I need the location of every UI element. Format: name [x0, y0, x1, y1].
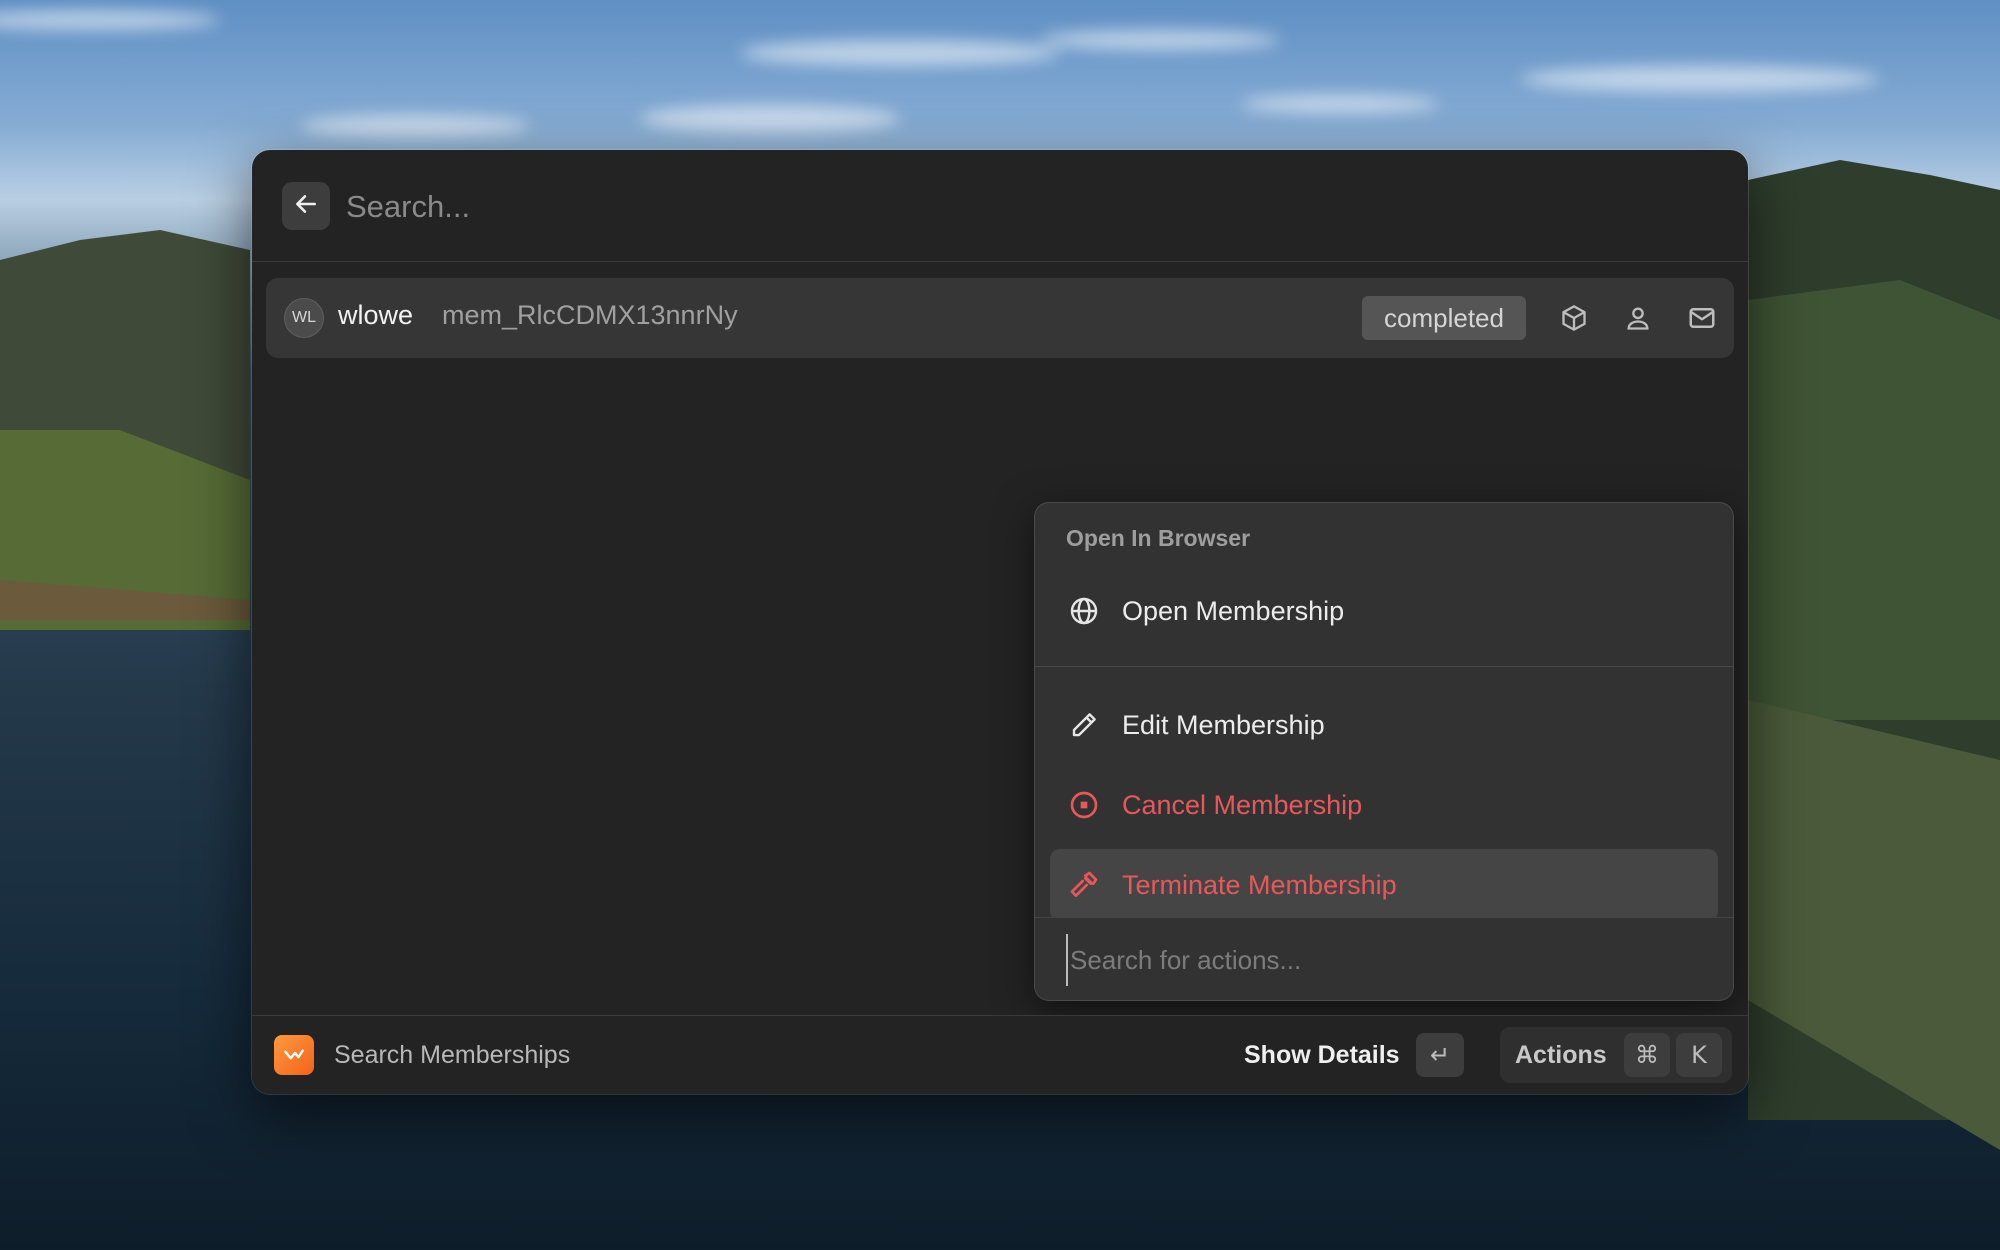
search-bar — [252, 150, 1748, 262]
divider — [1035, 666, 1733, 667]
footer-bar: Search Memberships Show Details ↵ Action… — [252, 1015, 1748, 1094]
show-details-button[interactable]: Show Details — [1244, 1041, 1400, 1070]
open-membership-action[interactable]: Open Membership — [1050, 575, 1718, 647]
action-search-bar — [1035, 917, 1733, 1000]
cube-icon — [1556, 300, 1592, 336]
extension-icon — [274, 1035, 314, 1075]
command-key-hint: ⌘ — [1624, 1033, 1670, 1077]
globe-icon — [1066, 593, 1102, 629]
actions-button[interactable]: Actions ⌘ K — [1500, 1027, 1732, 1083]
edit-membership-action[interactable]: Edit Membership — [1050, 689, 1718, 761]
action-label: Cancel Membership — [1122, 790, 1363, 820]
avatar: WL — [284, 298, 324, 338]
footer-title: Search Memberships — [334, 1041, 571, 1069]
action-search-input[interactable] — [1066, 934, 1692, 986]
pencil-icon — [1066, 707, 1102, 743]
k-key-hint: K — [1676, 1033, 1722, 1077]
section-title-open-in-browser: Open In Browser — [1066, 525, 1251, 551]
list-item-subtitle: mem_RlcCDMX13nnrNy — [442, 300, 738, 330]
action-panel: Open In Browser Open Membership Edit Mem… — [1035, 503, 1733, 1000]
action-label: Edit Membership — [1122, 710, 1325, 740]
back-button[interactable] — [282, 182, 330, 230]
list-item[interactable]: WL wlowe mem_RlcCDMX13nnrNy completed — [266, 278, 1734, 358]
enter-key-hint: ↵ — [1416, 1033, 1464, 1077]
action-label: Terminate Membership — [1122, 870, 1397, 900]
cancel-membership-action[interactable]: Cancel Membership — [1050, 769, 1718, 841]
hammer-icon — [1066, 867, 1102, 903]
status-badge: completed — [1362, 296, 1526, 340]
arrow-left-icon — [293, 191, 319, 222]
list-item-title: wlowe — [338, 300, 414, 330]
launcher-window: WL wlowe mem_RlcCDMX13nnrNy completed Op… — [252, 150, 1748, 1094]
person-icon — [1620, 300, 1656, 336]
envelope-icon — [1684, 300, 1720, 336]
action-label: Open Membership — [1122, 596, 1345, 626]
actions-label: Actions — [1515, 1041, 1607, 1069]
terminate-membership-action[interactable]: Terminate Membership — [1050, 849, 1718, 921]
search-input[interactable] — [344, 178, 1648, 236]
stop-circle-icon — [1066, 787, 1102, 823]
